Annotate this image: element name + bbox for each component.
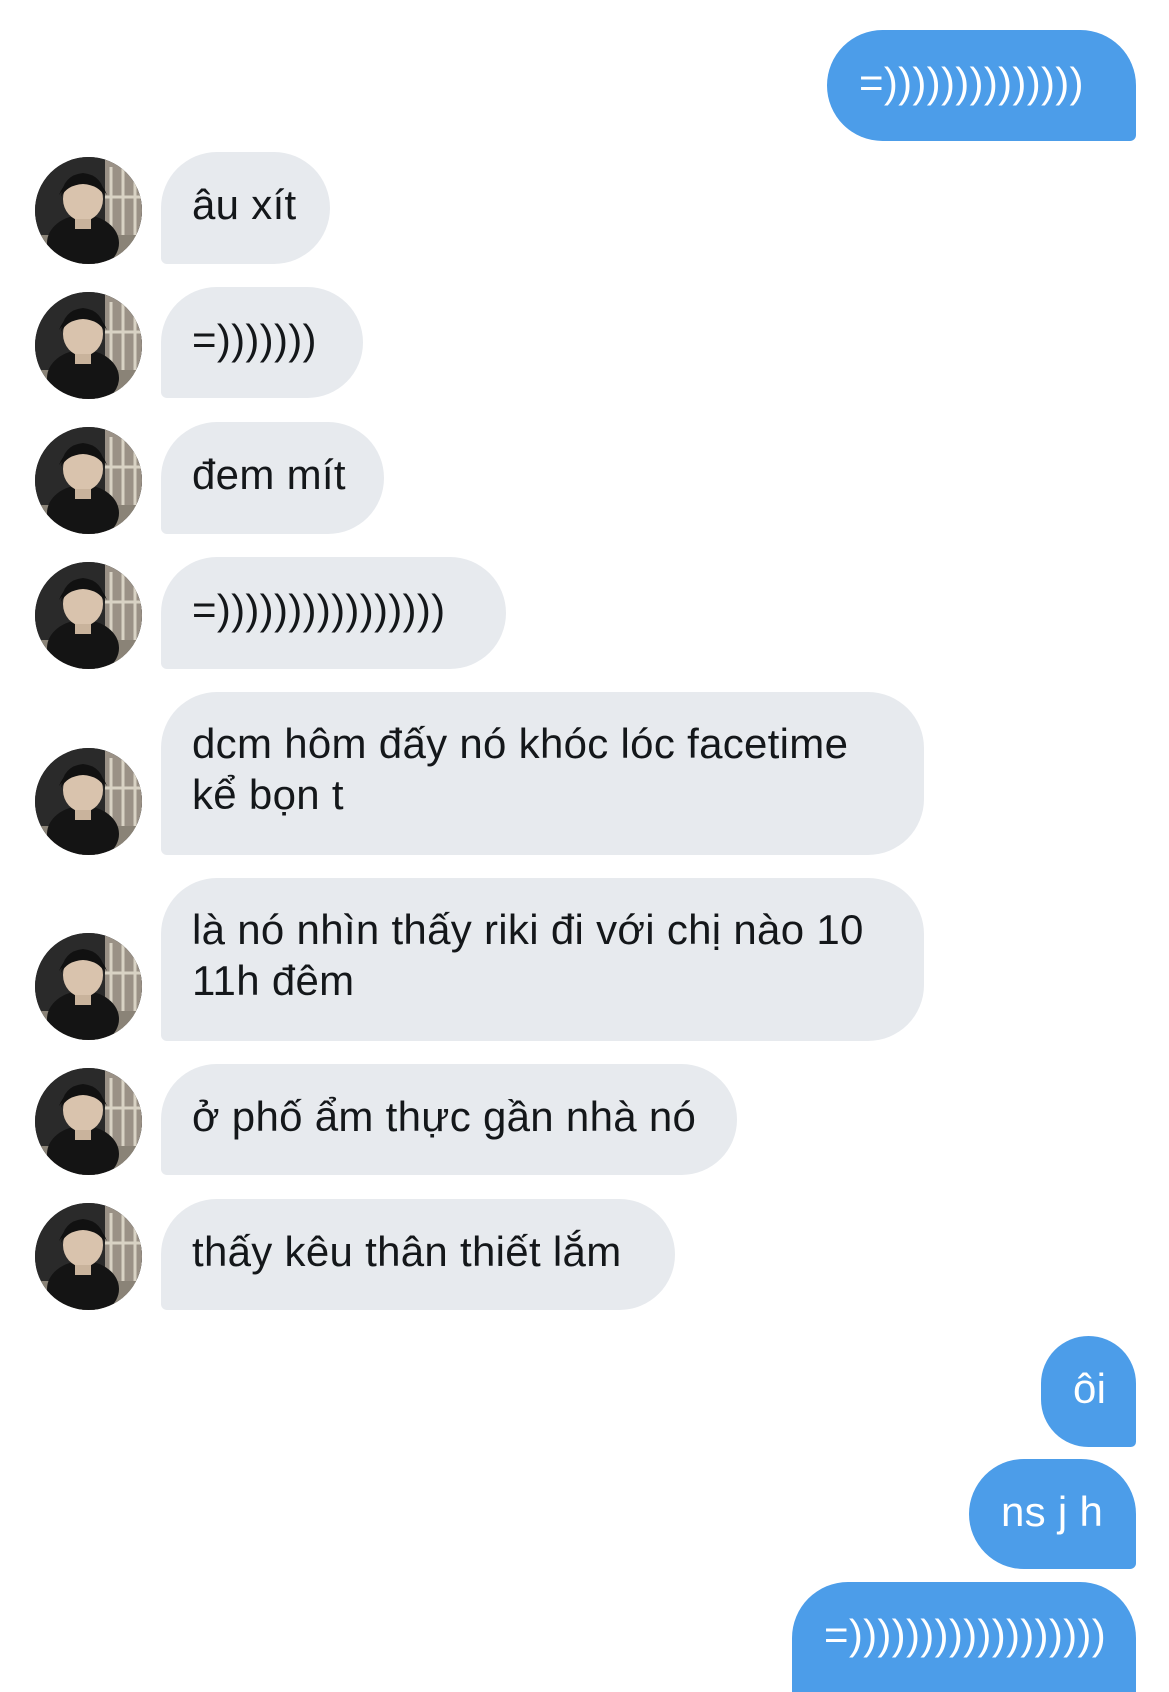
incoming-message-bubble[interactable]: đem mít bbox=[161, 422, 384, 534]
incoming-message-bubble[interactable]: =))))))) bbox=[161, 287, 363, 398]
avatar-photo-icon bbox=[35, 562, 142, 669]
incoming-message-bubble[interactable]: =)))))))))))))))) bbox=[161, 557, 506, 669]
contact-avatar[interactable] bbox=[35, 562, 142, 669]
contact-avatar[interactable] bbox=[35, 933, 142, 1040]
avatar-photo-icon bbox=[35, 933, 142, 1040]
contact-avatar[interactable] bbox=[35, 748, 142, 855]
incoming-message-bubble[interactable]: dcm hôm đấy nó khóc lóc facetime kể bọn … bbox=[161, 692, 924, 855]
avatar-photo-icon bbox=[35, 157, 142, 264]
outgoing-message-bubble[interactable]: =)))))))))))))))))) bbox=[792, 1582, 1136, 1692]
incoming-message-bubble[interactable]: ở phố ẩm thực gần nhà nó bbox=[161, 1064, 737, 1175]
avatar-photo-icon bbox=[35, 292, 142, 399]
avatar-photo-icon bbox=[35, 1068, 142, 1175]
contact-avatar[interactable] bbox=[35, 427, 142, 534]
contact-avatar[interactable] bbox=[35, 157, 142, 264]
outgoing-message-bubble[interactable]: =)))))))))))))) bbox=[827, 30, 1136, 141]
incoming-message-bubble[interactable]: là nó nhìn thấy riki đi với chị nào 10 1… bbox=[161, 878, 924, 1041]
outgoing-message-bubble[interactable]: ôi bbox=[1041, 1336, 1136, 1447]
incoming-message-bubble[interactable]: thấy kêu thân thiết lắm bbox=[161, 1199, 675, 1310]
incoming-message-bubble[interactable]: âu xít bbox=[161, 152, 330, 264]
outgoing-message-bubble[interactable]: ns j h bbox=[969, 1459, 1136, 1569]
contact-avatar[interactable] bbox=[35, 1068, 142, 1175]
contact-avatar[interactable] bbox=[35, 292, 142, 399]
avatar-photo-icon bbox=[35, 427, 142, 534]
avatar-photo-icon bbox=[35, 748, 142, 855]
contact-avatar[interactable] bbox=[35, 1203, 142, 1310]
avatar-photo-icon bbox=[35, 1203, 142, 1310]
